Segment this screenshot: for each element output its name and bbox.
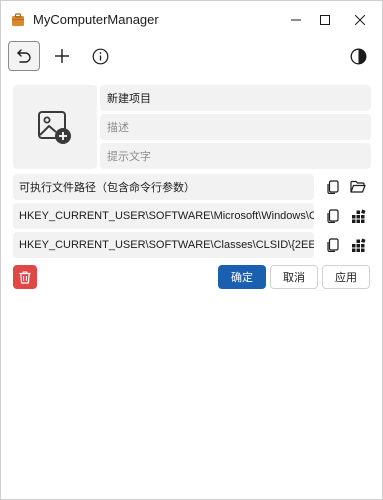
apply-button[interactable]: 应用 xyxy=(322,265,370,289)
app-window: MyComputerManager 新建项目 描述 提示文字 可执行文件路径（包… xyxy=(0,0,383,500)
info-icon xyxy=(92,48,108,64)
window-title: MyComputerManager xyxy=(33,12,159,27)
info-button[interactable] xyxy=(84,41,116,71)
open-registry-1-button[interactable] xyxy=(347,205,369,227)
theme-toggle-icon xyxy=(350,48,366,64)
registry-path-field-1[interactable]: HKEY_CURRENT_USER\SOFTWARE\Microsoft\Win… xyxy=(13,203,314,229)
hint-placeholder: 提示文字 xyxy=(107,151,151,163)
add-image-icon xyxy=(38,111,71,144)
copy-registry-1-button[interactable] xyxy=(322,205,344,227)
registry-path-2-value: HKEY_CURRENT_USER\SOFTWARE\Classes\CLSID… xyxy=(19,239,314,251)
briefcase-icon xyxy=(12,13,24,26)
description-placeholder: 描述 xyxy=(107,122,129,134)
registry-icon xyxy=(351,238,365,252)
minimize-icon xyxy=(291,19,301,21)
copy-executable-button[interactable] xyxy=(322,176,344,198)
ok-button[interactable]: 确定 xyxy=(218,265,266,289)
open-registry-2-button[interactable] xyxy=(347,234,369,256)
image-picker[interactable] xyxy=(13,85,97,169)
name-value: 新建项目 xyxy=(107,93,151,105)
close-icon xyxy=(355,15,365,25)
copy-icon xyxy=(327,238,339,252)
executable-path-field[interactable]: 可执行文件路径（包含命令行参数） xyxy=(13,174,314,200)
copy-registry-2-button[interactable] xyxy=(322,234,344,256)
name-field[interactable]: 新建项目 xyxy=(100,85,371,111)
plus-icon xyxy=(55,49,69,63)
undo-icon xyxy=(17,49,31,63)
copy-icon xyxy=(327,209,339,223)
registry-path-field-2[interactable]: HKEY_CURRENT_USER\SOFTWARE\Classes\CLSID… xyxy=(13,232,314,258)
registry-path-1-value: HKEY_CURRENT_USER\SOFTWARE\Microsoft\Win… xyxy=(19,210,314,222)
theme-toggle-button[interactable] xyxy=(342,41,374,71)
maximize-button[interactable] xyxy=(310,5,340,35)
copy-icon xyxy=(327,180,339,194)
add-button[interactable] xyxy=(46,41,78,71)
cancel-button[interactable]: 取消 xyxy=(270,265,318,289)
registry-icon xyxy=(351,209,365,223)
back-button[interactable] xyxy=(8,41,40,71)
minimize-button[interactable] xyxy=(281,5,311,35)
executable-path-placeholder: 可执行文件路径（包含命令行参数） xyxy=(19,182,195,194)
browse-folder-button[interactable] xyxy=(347,176,369,198)
delete-button[interactable] xyxy=(13,265,37,289)
folder-open-icon xyxy=(350,180,366,193)
trash-icon xyxy=(19,270,31,284)
close-button[interactable] xyxy=(345,5,375,35)
hint-field[interactable]: 提示文字 xyxy=(100,143,371,169)
maximize-icon xyxy=(320,15,330,25)
description-field[interactable]: 描述 xyxy=(100,114,371,140)
title-bar: MyComputerManager xyxy=(1,1,382,39)
